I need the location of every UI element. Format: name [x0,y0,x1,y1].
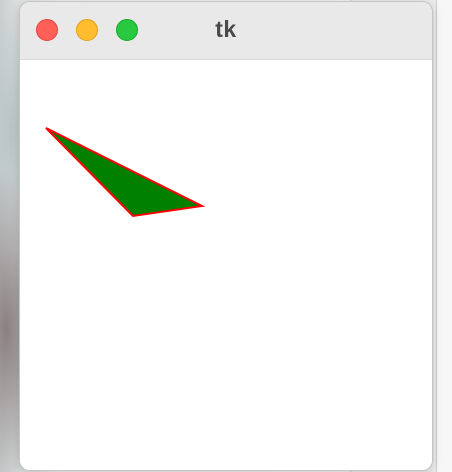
canvas-drawing [45,127,206,218]
triangle-polygon [45,127,206,218]
tk-canvas[interactable] [20,60,432,470]
tk-window: tk [19,1,433,471]
title-bar[interactable]: tk [20,2,432,60]
background-window-edge [436,0,452,472]
window-title: tk [215,16,237,42]
